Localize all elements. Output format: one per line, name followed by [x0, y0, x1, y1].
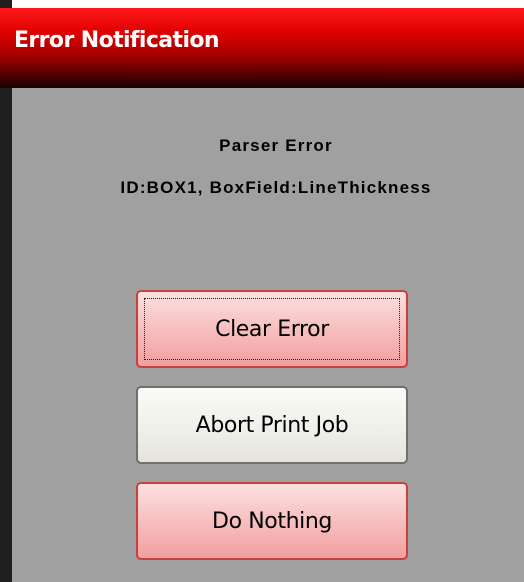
do-nothing-button-label: Do Nothing: [212, 508, 332, 534]
do-nothing-button[interactable]: Do Nothing: [136, 482, 408, 560]
error-notification-dialog: Error Notification Parser Error ID:BOX1,…: [0, 0, 524, 582]
error-detail: ID:BOX1, BoxField:LineThickness: [120, 178, 432, 197]
dialog-content: Parser Error ID:BOX1, BoxField:LineThick…: [12, 88, 524, 582]
clear-error-button-label: Clear Error: [215, 316, 329, 342]
title-bar[interactable]: Error Notification: [0, 8, 524, 88]
clear-error-button[interactable]: Clear Error: [136, 290, 408, 368]
window-title: Error Notification: [14, 28, 220, 53]
error-title: Parser Error: [219, 136, 333, 155]
abort-print-job-button-label: Abort Print Job: [195, 412, 349, 438]
abort-print-job-button[interactable]: Abort Print Job: [136, 386, 408, 464]
